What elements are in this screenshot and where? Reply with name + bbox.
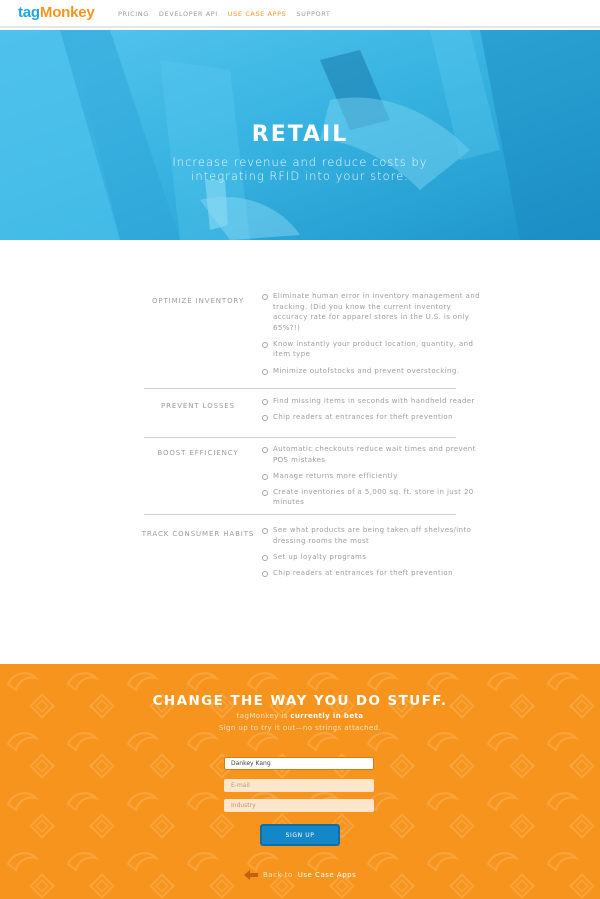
back-to-use-case-apps[interactable]: Back to Use Case Apps bbox=[244, 870, 356, 880]
feature-list: Eliminate human error in inventory manag… bbox=[262, 291, 484, 382]
tagmonkey-logo[interactable]: tagMonkey bbox=[18, 4, 95, 21]
feature-title: TRACK CONSUMER HABITS bbox=[141, 530, 255, 538]
feature-title: BOOST EFFICIENCY bbox=[157, 449, 239, 457]
feature-list: Automatic checkouts reduce wait times an… bbox=[262, 444, 484, 513]
signup-subtext: Sign up to try it out—no strings attache… bbox=[218, 724, 382, 732]
list-item: Automatic checkouts reduce wait times an… bbox=[262, 444, 484, 465]
arrow-left-icon bbox=[244, 870, 258, 880]
logo-monkey-text: Monkey bbox=[39, 4, 95, 21]
divider bbox=[144, 388, 456, 389]
divider bbox=[144, 514, 456, 515]
signup-section: CHANGE THE WAY YOU DO STUFF. tagMonkey i… bbox=[0, 664, 600, 899]
list-item: Chip readers at entrances for theft prev… bbox=[262, 568, 484, 579]
hero-banner: RETAIL Increase revenue and reduce costs… bbox=[0, 30, 600, 240]
nav-link-support[interactable]: SUPPORT bbox=[296, 10, 330, 18]
feature-title: PREVENT LOSSES bbox=[161, 402, 235, 410]
list-item: See what products are being taken off sh… bbox=[262, 525, 484, 546]
features-section: OPTIMIZE INVENTORY Eliminate human error… bbox=[0, 240, 600, 664]
nav-links: PRICING DEVELOPER API USE CASE APPS SUPP… bbox=[118, 10, 330, 18]
beta-notice: tagMonkey is currently in beta bbox=[0, 712, 600, 720]
list-item: Set up loyalty programs bbox=[262, 552, 484, 563]
feature-title: OPTIMIZE INVENTORY bbox=[151, 297, 245, 305]
list-item: Chip readers at entrances for theft prev… bbox=[262, 412, 484, 423]
nav-link-pricing[interactable]: PRICING bbox=[118, 10, 149, 18]
list-item: Eliminate human error in inventory manag… bbox=[262, 291, 484, 333]
hero-subtitle: Increase revenue and reduce costs by int… bbox=[172, 155, 428, 183]
feature-list: Find missing items in seconds with handh… bbox=[262, 396, 484, 428]
nav-link-developer-api[interactable]: DEVELOPER API bbox=[159, 10, 218, 18]
top-nav: tagMonkey PRICING DEVELOPER API USE CASE… bbox=[0, 0, 600, 28]
beta-notice-bold: currently in beta bbox=[290, 712, 364, 720]
hero-title: RETAIL bbox=[251, 122, 349, 147]
logo-tag-text: tag bbox=[18, 4, 40, 21]
divider bbox=[144, 437, 456, 438]
signup-heading: CHANGE THE WAY YOU DO STUFF. bbox=[152, 693, 448, 709]
name-field[interactable] bbox=[224, 757, 374, 770]
list-item: Know instantly your product location, qu… bbox=[262, 339, 484, 360]
list-item: Minimize outofstocks and prevent oversto… bbox=[262, 366, 484, 377]
feature-list: See what products are being taken off sh… bbox=[262, 525, 484, 584]
use-case-apps-link[interactable]: Use Case Apps bbox=[298, 871, 356, 879]
industry-field[interactable] bbox=[224, 799, 374, 812]
list-item: Find missing items in seconds with handh… bbox=[262, 396, 484, 407]
email-field[interactable] bbox=[224, 779, 374, 792]
list-item: Create inventories of a 5,000 sq. ft. st… bbox=[262, 487, 484, 508]
nav-link-use-case-apps[interactable]: USE CASE APPS bbox=[228, 10, 287, 18]
beta-notice-prefix: tagMonkey is bbox=[236, 712, 291, 720]
back-prefix-text: Back to bbox=[263, 871, 293, 879]
sign-up-button[interactable]: SIGN UP bbox=[260, 824, 340, 846]
list-item: Manage returns more efficiently bbox=[262, 471, 484, 482]
